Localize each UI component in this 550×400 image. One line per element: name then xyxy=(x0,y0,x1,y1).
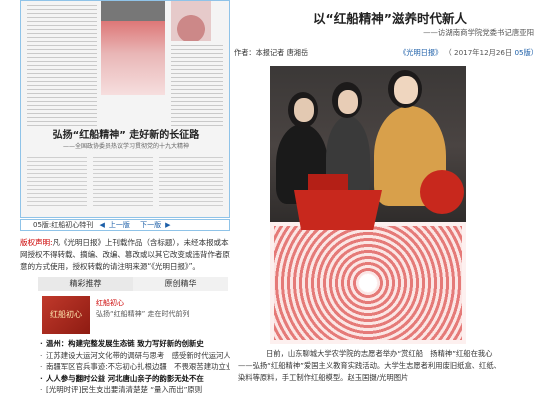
article-byline: 作者：本报记者 唐湘岳 xyxy=(234,48,309,57)
page-navigation: 05版:红船初心特刊 ◀ 上一版 下一版 ▶ xyxy=(20,219,230,231)
person-face xyxy=(394,76,418,104)
prev-page-link[interactable]: ◀ 上一版 xyxy=(100,221,134,229)
news-link[interactable]: 温州：构建完整发展生态链 致力写好新的创新史 xyxy=(46,339,204,348)
caption-line: 日前，山东聊城大学农学院的志愿者举办“赏红船 扬精神”红船在我心 xyxy=(266,349,493,358)
copyright-notice: 版权声明:凡《光明日报》上刊载作品（含标题），未经本报或本网授权不得转载、摘编、… xyxy=(20,237,232,273)
person-face xyxy=(294,98,314,122)
newspaper-text-column xyxy=(93,157,153,209)
list-item[interactable]: · 温州：构建完整发展生态链 致力写好新的创新史 xyxy=(40,338,230,350)
newspaper-page-thumbnail[interactable]: 弘扬“红船精神” 走好新的长征路 ——全国政协委员热议学习贯彻党的十九大精神 xyxy=(20,0,230,218)
newspaper-image-tower xyxy=(171,1,211,41)
copyright-label: 版权声明: xyxy=(20,238,53,247)
tab-original[interactable]: 原创精华 xyxy=(133,277,228,291)
copyright-text: 凡《光明日报》上刊载作品（含标题），未经本报或本网授权不得转载、摘编、改编、篡改… xyxy=(20,238,230,271)
feature-title[interactable]: 红船初心 xyxy=(96,298,124,308)
newspaper-headline: 弘扬“红船精神” 走好新的长征路 xyxy=(52,130,200,141)
prev-page-label: 上一版 xyxy=(108,221,130,229)
next-page-label: 下一版 xyxy=(140,221,162,229)
red-papercut-circle xyxy=(420,170,464,214)
newspaper-subhead: ——全国政协委员热议学习贯彻党的十九大精神 xyxy=(62,143,189,150)
red-boat-cabin xyxy=(308,174,348,192)
newspaper-text-column xyxy=(27,157,87,209)
news-list: · 温州：构建完整发展生态链 致力写好新的创新史 · 江苏建设大运河文化带的调研与思… xyxy=(40,338,230,396)
list-item[interactable]: · 人人参与翻时公益 河北唐山亲子的韵影无处不在 xyxy=(40,373,230,385)
article-photo xyxy=(270,66,466,344)
red-boat-model xyxy=(294,190,382,230)
recommend-tabs: 精彩推荐 原创精华 xyxy=(38,277,228,291)
tab-recommended[interactable]: 精彩推荐 xyxy=(38,277,133,291)
news-link[interactable]: [光明时评]民生支出要清清楚楚 “量入而出”原则 xyxy=(46,385,202,394)
page-label: 05版:红船初心特刊 xyxy=(33,221,94,229)
left-column: 弘扬“红船精神” 走好新的长征路 ——全国政协委员热议学习贯彻党的十九大精神 0… xyxy=(20,0,230,400)
feature-thumbnail[interactable]: 红船初心 xyxy=(42,296,90,334)
newspaper-text-column xyxy=(27,5,97,129)
feature-item[interactable]: 红船初心 红船初心 弘扬“红船精神” 走在时代前列 xyxy=(42,296,228,336)
newspaper-photo xyxy=(101,21,165,95)
newspaper-photo-top xyxy=(101,1,165,21)
photo-caption: 日前，山东聊城大学农学院的志愿者举办“赏红船 扬精神”红船在我心 ——弘扬“红船… xyxy=(238,348,548,384)
feature-subtitle: 弘扬“红船精神” 走在时代前列 xyxy=(96,310,190,318)
newspaper-text-column xyxy=(171,45,223,129)
article-source: 《光明日报》 （ 2017年12月26日 05版） xyxy=(399,48,538,58)
list-item[interactable]: · [光明时评]民生支出要清清楚楚 “量入而出”原则 xyxy=(40,384,230,396)
next-arrow-icon: ▶ xyxy=(165,221,171,229)
news-link[interactable]: 人人参与翻时公益 河北唐山亲子的韵影无处不在 xyxy=(46,374,204,383)
news-link[interactable]: 江苏建设大运河文化带的调研与思考 感受新时代运河人 xyxy=(46,351,230,360)
papercut-pattern xyxy=(274,226,462,340)
article-subtitle: ——访湖南商学院党委书记唐亚阳 xyxy=(423,28,534,37)
list-item[interactable]: · 南疆军区官兵事迹:不忘初心扎根边疆 不畏艰苦建功立业 xyxy=(40,361,230,373)
source-link[interactable]: 《光明日报》 xyxy=(399,48,442,57)
article-column: 以“红船精神”滋养时代新人 ——访湖南商学院党委书记唐亚阳 作者：本报记者 唐湘… xyxy=(230,0,550,400)
article-title: 以“红船精神”滋养时代新人 xyxy=(313,11,467,26)
source-page-link[interactable]: 05版） xyxy=(514,48,538,57)
newspaper-headline-block: 弘扬“红船精神” 走好新的长征路 ——全国政协委员热议学习贯彻党的十九大精神 xyxy=(33,129,219,155)
news-link[interactable]: 南疆军区官兵事迹:不忘初心扎根边疆 不畏艰苦建功立业 xyxy=(46,362,230,371)
caption-line: 染料等原料，手工制作红船模型。赵玉国摄/光明图片 xyxy=(238,373,409,382)
prev-arrow-icon: ◀ xyxy=(99,221,105,229)
caption-line: ——弘扬“红船精神”爱国主义教育实践活动。大学生志愿者利用废旧纸盒、红纸、 xyxy=(238,361,501,370)
source-date: （ 2017年12月26日 xyxy=(444,48,513,57)
next-page-link[interactable]: 下一版 ▶ xyxy=(140,221,174,229)
newspaper-text-column xyxy=(159,157,223,209)
person-face xyxy=(338,90,358,114)
list-item[interactable]: · 江苏建设大运河文化带的调研与思考 感受新时代运河人 xyxy=(40,350,230,362)
